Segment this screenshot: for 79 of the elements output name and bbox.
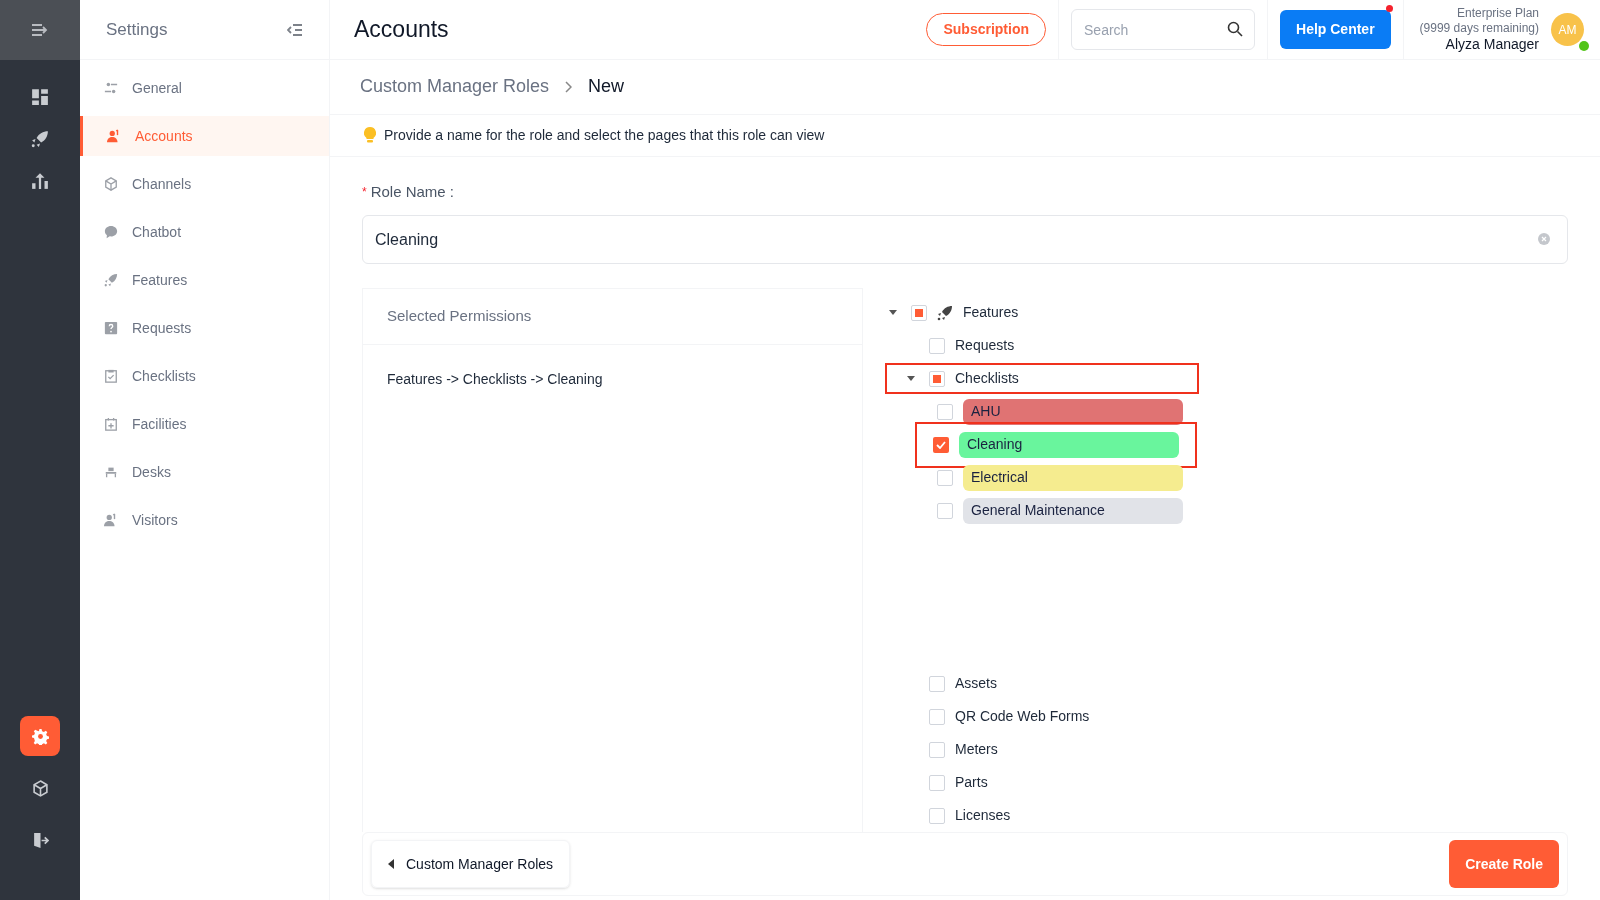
- breadcrumb-current: New: [588, 75, 625, 99]
- role-name-field[interactable]: Cleaning: [362, 215, 1568, 264]
- sidebar-item[interactable]: Visitors: [80, 500, 329, 540]
- cube-icon: [104, 177, 118, 191]
- desk-icon: [104, 465, 118, 479]
- search-field[interactable]: Search: [1071, 9, 1255, 50]
- sidebar-item[interactable]: Facilities: [80, 404, 329, 444]
- question-icon: [104, 321, 118, 335]
- caret-down-icon[interactable]: [907, 376, 915, 381]
- settings-button[interactable]: [20, 716, 60, 756]
- checkbox[interactable]: [929, 337, 945, 354]
- caret-left-icon: [388, 859, 394, 869]
- tree-label[interactable]: Features: [963, 302, 1019, 323]
- required-mark: *: [362, 183, 367, 201]
- tag[interactable]: Cleaning: [959, 431, 1179, 458]
- lightbulb-icon: [364, 127, 376, 144]
- exit-icon: [31, 831, 49, 849]
- tree-label[interactable]: Licenses: [955, 805, 1011, 826]
- sidebar-item[interactable]: Chatbot: [80, 212, 329, 252]
- panel-title: Selected Permissions: [387, 306, 532, 327]
- tree-label[interactable]: Meters: [955, 739, 998, 760]
- checkbox[interactable]: [937, 469, 953, 486]
- breadcrumb-link[interactable]: Custom Manager Roles: [360, 73, 550, 101]
- sidebar-title: Settings: [106, 18, 168, 41]
- tree-label[interactable]: Assets: [955, 673, 997, 694]
- tag[interactable]: AHU: [963, 398, 1183, 425]
- checkbox[interactable]: [933, 436, 949, 453]
- tree-label[interactable]: Checklists: [955, 368, 1019, 389]
- caret-down-icon[interactable]: [889, 310, 897, 315]
- create-role-button[interactable]: Create Role: [1449, 840, 1559, 888]
- checkbox[interactable]: [929, 741, 945, 758]
- rocket-icon[interactable]: [31, 130, 49, 148]
- chart-icon[interactable]: [31, 172, 49, 190]
- collapse-icon[interactable]: [287, 22, 303, 37]
- tag[interactable]: General Maintenance: [963, 497, 1183, 524]
- check-icon: [936, 440, 946, 449]
- checkbox[interactable]: [929, 370, 945, 387]
- user-name: Alyza Manager: [1445, 35, 1539, 54]
- plan-days: (9999 days remaining): [1419, 20, 1539, 36]
- users-icon: [107, 129, 121, 143]
- menu-icon[interactable]: [31, 23, 49, 37]
- clipboard-icon: [104, 369, 118, 383]
- sidebar-item[interactable]: Accounts: [80, 116, 329, 156]
- tree-label[interactable]: QR Code Web Forms: [955, 706, 1090, 727]
- help-center-button[interactable]: Help Center: [1280, 10, 1391, 49]
- back-button[interactable]: Custom Manager Roles: [371, 840, 571, 888]
- permission-path: Features -> Checklists -> Cleaning: [387, 370, 604, 389]
- chevron-right-icon: [565, 80, 573, 93]
- calendar-icon: [104, 417, 118, 431]
- page-title: Accounts: [353, 15, 450, 45]
- checkbox[interactable]: [937, 403, 953, 420]
- tag[interactable]: Electrical: [963, 464, 1183, 491]
- chat-bubble-icon: [104, 225, 118, 239]
- search-icon[interactable]: [1227, 21, 1243, 37]
- field-label: Role Name :: [370, 181, 455, 202]
- checkbox[interactable]: [929, 774, 945, 791]
- sidebar-item[interactable]: Checklists: [80, 356, 329, 396]
- clear-icon[interactable]: [1538, 233, 1550, 245]
- tree-label[interactable]: Parts: [955, 772, 988, 793]
- users-icon: [104, 513, 118, 527]
- checkbox[interactable]: [929, 708, 945, 725]
- hint-text: Provide a name for the role and select the pages that this role can view: [384, 125, 825, 145]
- sidebar-item[interactable]: Channels: [80, 164, 329, 204]
- dashboard-icon[interactable]: [31, 88, 49, 106]
- sidebar-item[interactable]: General: [80, 68, 329, 108]
- sidebar-item[interactable]: Desks: [80, 452, 329, 492]
- settings-icon: [31, 727, 49, 745]
- plan-name: Enterprise Plan: [1456, 5, 1539, 21]
- checkbox[interactable]: [929, 807, 945, 824]
- checkbox[interactable]: [929, 675, 945, 692]
- rocket-icon: [104, 273, 118, 287]
- cube-icon: [31, 779, 49, 797]
- tree-label[interactable]: Requests: [955, 335, 1015, 356]
- sidebar-item[interactable]: Features: [80, 260, 329, 300]
- sidebar-item[interactable]: Requests: [80, 308, 329, 348]
- sliders-icon: [104, 81, 118, 95]
- rocket-icon: [937, 304, 953, 321]
- checkbox[interactable]: [911, 304, 927, 321]
- checkbox[interactable]: [937, 502, 953, 519]
